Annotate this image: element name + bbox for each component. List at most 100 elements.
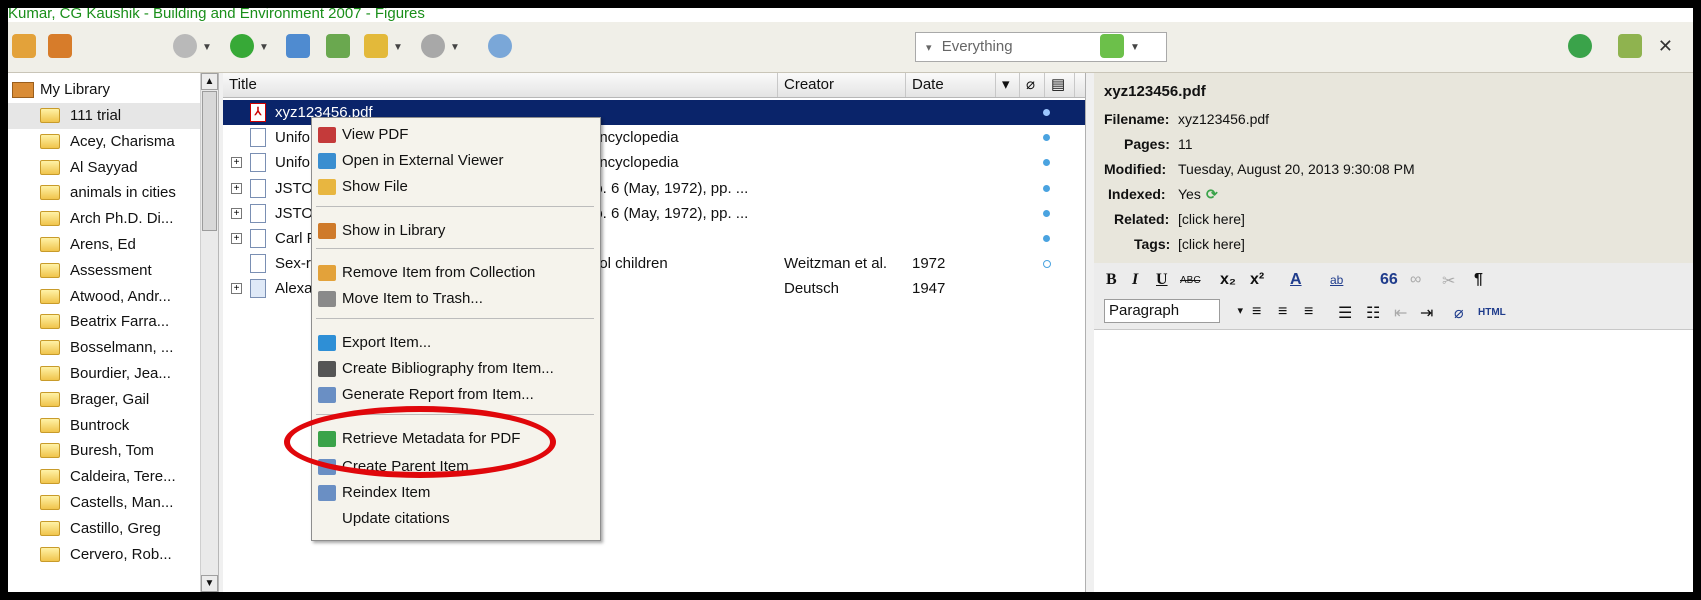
collection-item[interactable]: Atwood, Andr...	[8, 284, 200, 310]
chevron-down-icon[interactable]: ▼	[202, 42, 212, 53]
close-icon[interactable]: ✕	[1658, 36, 1673, 57]
column-picker-icon[interactable]: ▤	[1045, 73, 1075, 97]
underline-button[interactable]: U	[1156, 271, 1168, 289]
collection-root[interactable]: My Library	[8, 77, 200, 103]
add-by-identifier-icon[interactable]	[286, 34, 310, 58]
bold-button[interactable]: B	[1106, 271, 1117, 289]
locate-icon[interactable]	[1100, 34, 1124, 58]
attachment-status-icon[interactable]	[1043, 159, 1050, 167]
blockquote-button[interactable]: 66	[1380, 271, 1398, 289]
highlight-button[interactable]: ab	[1330, 273, 1343, 287]
context-menu-item[interactable]: Update citations	[312, 506, 600, 532]
collection-item[interactable]: Buresh, Tom	[8, 438, 200, 464]
column-date[interactable]: Date	[906, 73, 996, 97]
superscript-button[interactable]: x²	[1250, 271, 1264, 289]
scrollbar[interactable]: ▲ ▼	[200, 73, 218, 592]
expand-toggle-icon[interactable]: +	[231, 182, 242, 194]
clear-format-icon[interactable]: ⌀	[1454, 303, 1464, 323]
font-color-button[interactable]: A	[1290, 271, 1302, 289]
attachment-status-icon[interactable]	[1043, 260, 1051, 269]
html-source-button[interactable]: HTML	[1478, 307, 1506, 318]
bullet-list-icon[interactable]: ☰	[1338, 303, 1352, 323]
align-left-icon[interactable]: ≡	[1252, 303, 1261, 321]
collection-item[interactable]: animals in cities	[8, 180, 200, 206]
scroll-up-button[interactable]: ▲	[201, 73, 218, 90]
collection-item[interactable]: Acey, Charisma	[8, 129, 200, 155]
collection-item[interactable]: Al Sayyad	[8, 155, 200, 181]
strikethrough-button[interactable]: ABC	[1180, 275, 1201, 286]
attachment-status-icon[interactable]	[1043, 109, 1050, 116]
context-menu-item[interactable]: Show File	[312, 174, 600, 200]
collection-item[interactable]: Cervero, Rob...	[8, 542, 200, 568]
context-menu-item[interactable]: Reindex Item	[312, 480, 600, 506]
search-icon[interactable]	[488, 34, 512, 58]
gear-icon[interactable]	[173, 34, 197, 58]
collection-item[interactable]: Arch Ph.D. Di...	[8, 206, 200, 232]
chevron-down-icon[interactable]: ▼	[450, 42, 460, 53]
context-menu-item[interactable]: Show in Library	[312, 218, 600, 244]
collection-item[interactable]: 111 trial	[8, 103, 200, 129]
expand-toggle-icon[interactable]: +	[231, 157, 242, 169]
standalone-note-icon[interactable]	[364, 34, 388, 58]
filename-value[interactable]: xyz123456.pdf	[1178, 111, 1269, 127]
indent-icon[interactable]: ⇥	[1420, 303, 1433, 323]
context-menu-item[interactable]: View PDF	[312, 122, 600, 148]
context-menu-item[interactable]: Open in External Viewer	[312, 148, 600, 174]
chevron-down-icon[interactable]: ▼	[1130, 42, 1140, 53]
note-editor-area[interactable]	[1094, 330, 1693, 592]
context-menu-item[interactable]: Create Parent Item	[312, 454, 600, 480]
collection-item[interactable]: Arens, Ed	[8, 232, 200, 258]
attachment-status-icon[interactable]	[1043, 184, 1050, 192]
paragraph-format-select[interactable]: Paragraph ▾	[1104, 299, 1243, 323]
attachment-icon[interactable]	[421, 34, 445, 58]
sort-chevron-icon[interactable]: ▾	[996, 73, 1020, 97]
search-mode-dropdown[interactable]: ▾	[926, 42, 932, 54]
context-menu-item[interactable]: Move Item to Trash...	[312, 286, 600, 312]
scroll-thumb[interactable]	[202, 91, 217, 231]
collection-item[interactable]: Assessment	[8, 258, 200, 284]
numbered-list-icon[interactable]: ☷	[1366, 303, 1380, 323]
context-menu-item[interactable]: Export Item...	[312, 330, 600, 356]
link-icon[interactable]: ∞	[1410, 271, 1421, 289]
collection-item[interactable]: Castells, Man...	[8, 490, 200, 516]
context-menu-item[interactable]: Retrieve Metadata for PDF	[312, 426, 600, 452]
new-collection-icon[interactable]	[12, 34, 36, 58]
group-icon[interactable]	[48, 34, 72, 58]
expand-toggle-icon[interactable]: +	[231, 207, 242, 219]
collection-item[interactable]: Castillo, Greg	[8, 516, 200, 542]
scroll-down-button[interactable]: ▼	[201, 575, 218, 592]
attachment-status-icon[interactable]	[1043, 134, 1050, 142]
related-link[interactable]: [click here]	[1178, 211, 1245, 227]
chevron-down-icon[interactable]: ▼	[259, 42, 269, 53]
sync-icon[interactable]	[1568, 34, 1592, 58]
unlink-icon[interactable]: ✂	[1442, 271, 1455, 291]
context-menu-item[interactable]: Remove Item from Collection	[312, 260, 600, 286]
align-center-icon[interactable]: ≡	[1278, 303, 1287, 321]
align-right-icon[interactable]: ≡	[1304, 303, 1313, 321]
attachment-status-icon[interactable]	[1043, 235, 1050, 242]
chevron-down-icon[interactable]: ▼	[393, 42, 403, 53]
collection-item[interactable]: Caldeira, Tere...	[8, 464, 200, 490]
outdent-icon[interactable]: ⇤	[1394, 303, 1407, 323]
italic-button[interactable]: I	[1132, 271, 1138, 289]
attachment-column-icon[interactable]: ⌀	[1020, 73, 1045, 97]
collection-item[interactable]: Beatrix Farra...	[8, 309, 200, 335]
subscript-button[interactable]: x₂	[1220, 271, 1236, 289]
column-title[interactable]: Title	[223, 73, 778, 97]
context-menu-item[interactable]: Generate Report from Item...	[312, 382, 600, 408]
tags-link[interactable]: [click here]	[1178, 236, 1245, 252]
paragraph-mark-button[interactable]: ¶	[1474, 271, 1483, 289]
new-note-icon[interactable]	[326, 34, 350, 58]
collection-item[interactable]: Buntrock	[8, 413, 200, 439]
fullscreen-icon[interactable]	[1618, 34, 1642, 58]
expand-toggle-icon[interactable]: +	[231, 283, 242, 295]
new-item-icon[interactable]	[230, 34, 254, 58]
reindex-icon[interactable]: ⟳	[1206, 186, 1218, 203]
collection-item[interactable]: Bourdier, Jea...	[8, 361, 200, 387]
column-creator[interactable]: Creator	[778, 73, 906, 97]
expand-toggle-icon[interactable]: +	[231, 233, 242, 244]
collection-item[interactable]: Brager, Gail	[8, 387, 200, 413]
collection-item[interactable]: Bosselmann, ...	[8, 335, 200, 361]
attachment-status-icon[interactable]	[1043, 209, 1050, 217]
context-menu-item[interactable]: Create Bibliography from Item...	[312, 356, 600, 382]
